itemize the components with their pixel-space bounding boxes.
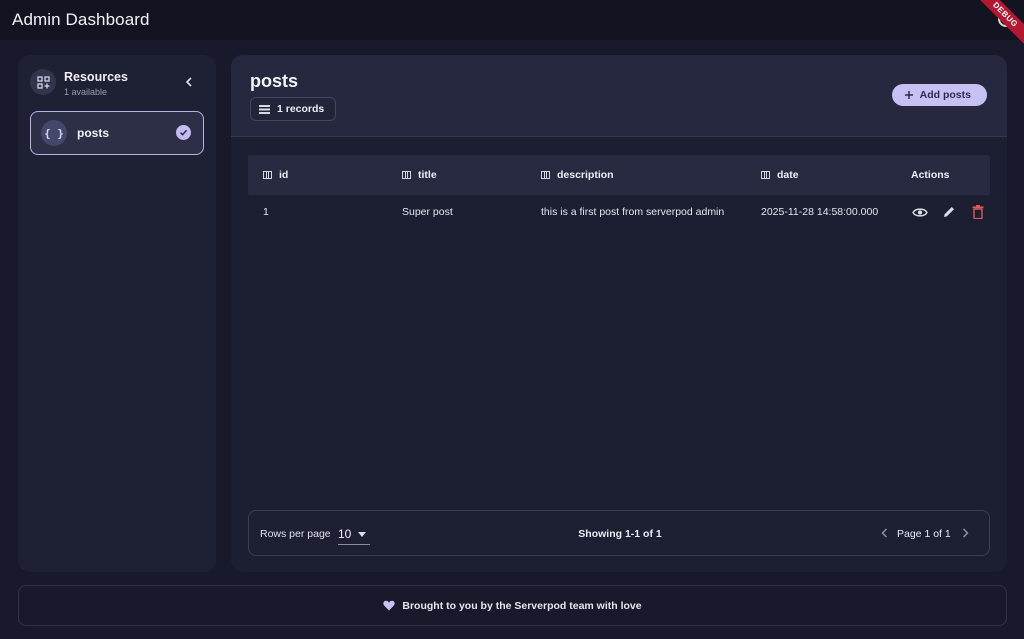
resources-grid-icon [30,69,56,95]
column-header-date[interactable]: date [746,169,896,181]
view-icon[interactable] [911,204,928,221]
sidebar-item-label: posts [77,126,110,140]
column-header-label: description [557,169,614,181]
add-posts-button[interactable]: Add posts [891,84,987,106]
heart-icon [383,600,396,611]
records-count: 1 records [277,103,325,115]
main-panel: posts 1 records Add posts id title descr… [231,55,1007,572]
column-header-id[interactable]: id [248,169,387,181]
column-icon [761,171,770,179]
column-header-title[interactable]: title [387,169,526,181]
braces-icon: { } [41,120,67,146]
dropdown-caret-icon [358,532,366,537]
column-header-actions: Actions [896,169,990,181]
previous-page-button[interactable] [877,526,891,540]
sidebar-subtitle: 1 available [64,87,108,97]
column-icon [541,171,550,179]
cell-title: Super post [402,206,453,218]
pagination-bar: Rows per page 10 Showing 1-1 of 1 Page 1… [248,510,990,556]
cell-actions [896,204,990,221]
delete-icon[interactable] [969,204,986,221]
chevron-left-icon [185,77,192,87]
column-header-description[interactable]: description [526,169,746,181]
records-table: id title description date Actions 1 Supe… [248,155,990,229]
sidebar-title: Resources [64,70,128,84]
app-title: Admin Dashboard [12,10,150,29]
rows-per-page-select[interactable]: 10 [338,524,370,545]
add-posts-label: Add posts [919,89,971,101]
cell-date: 2025-11-28 14:58:00.000 [761,206,879,218]
plus-icon [904,91,913,99]
sidebar-item-posts[interactable]: { } posts [30,111,204,155]
chevron-right-icon [962,528,969,538]
edit-icon[interactable] [940,204,957,221]
column-header-label: id [279,169,289,181]
column-header-label: title [418,169,437,181]
page-title: posts [250,71,299,91]
sidebar-header: Resources 1 available [30,69,204,99]
main-header: posts 1 records Add posts [231,55,1007,137]
check-circle-icon [176,125,191,140]
collapse-sidebar-button[interactable] [182,75,196,89]
rows-per-page-value: 10 [338,527,352,541]
records-chip: 1 records [250,97,337,121]
list-icon [259,104,270,114]
debug-banner: DEBUG [968,0,1024,52]
page-indicator: Page 1 of 1 [897,528,951,540]
chevron-left-icon [880,528,887,538]
column-header-label: Actions [911,169,950,181]
footer-text: Brought to you by the Serverpod team wit… [402,599,642,612]
cell-id: 1 [263,206,269,218]
column-header-label: date [777,169,799,181]
app-bar: Admin Dashboard DEBUG [0,0,1024,52]
table-row[interactable]: 1 Super post this is a first post from s… [248,195,990,229]
table-header: id title description date Actions [248,155,990,195]
column-icon [263,171,272,179]
rows-per-page-label: Rows per page [260,528,331,540]
sidebar: Resources 1 available { } posts [18,55,216,572]
next-page-button[interactable] [958,526,972,540]
column-icon [402,171,411,179]
footer: Brought to you by the Serverpod team wit… [18,585,1007,626]
cell-description: this is a first post from serverpod admi… [541,206,725,218]
